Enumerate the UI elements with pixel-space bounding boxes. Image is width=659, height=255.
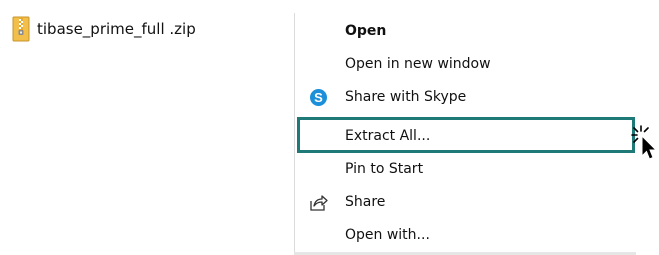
menu-item-pin-to-start[interactable]: Pin to Start xyxy=(295,153,633,186)
menu-item-label: Open in new window xyxy=(345,56,491,72)
click-cursor-icon xyxy=(631,125,658,160)
extract-all-highlight xyxy=(297,117,635,153)
file-name-label: tibase_prime_full .zip xyxy=(37,20,196,38)
menu-item-share[interactable]: Share xyxy=(295,186,633,219)
menu-item-label: Share xyxy=(345,194,386,210)
menu-item-label: Open with... xyxy=(345,227,430,243)
share-icon xyxy=(310,195,328,211)
menu-item-open-with[interactable]: Open with... xyxy=(295,219,633,252)
menu-item-open[interactable]: Open xyxy=(295,15,633,48)
menu-item-open-in-new-window[interactable]: Open in new window xyxy=(295,48,633,81)
skype-icon: S xyxy=(310,89,327,106)
svg-text:S: S xyxy=(314,90,323,105)
zip-file-item[interactable]: tibase_prime_full .zip xyxy=(12,14,196,44)
menu-item-share-with-skype[interactable]: S Share with Skype xyxy=(295,81,633,114)
menu-item-label: Open xyxy=(345,23,387,39)
menu-item-label: Pin to Start xyxy=(345,161,424,177)
menu-item-label: Share with Skype xyxy=(345,89,467,105)
zip-folder-icon xyxy=(12,16,30,42)
